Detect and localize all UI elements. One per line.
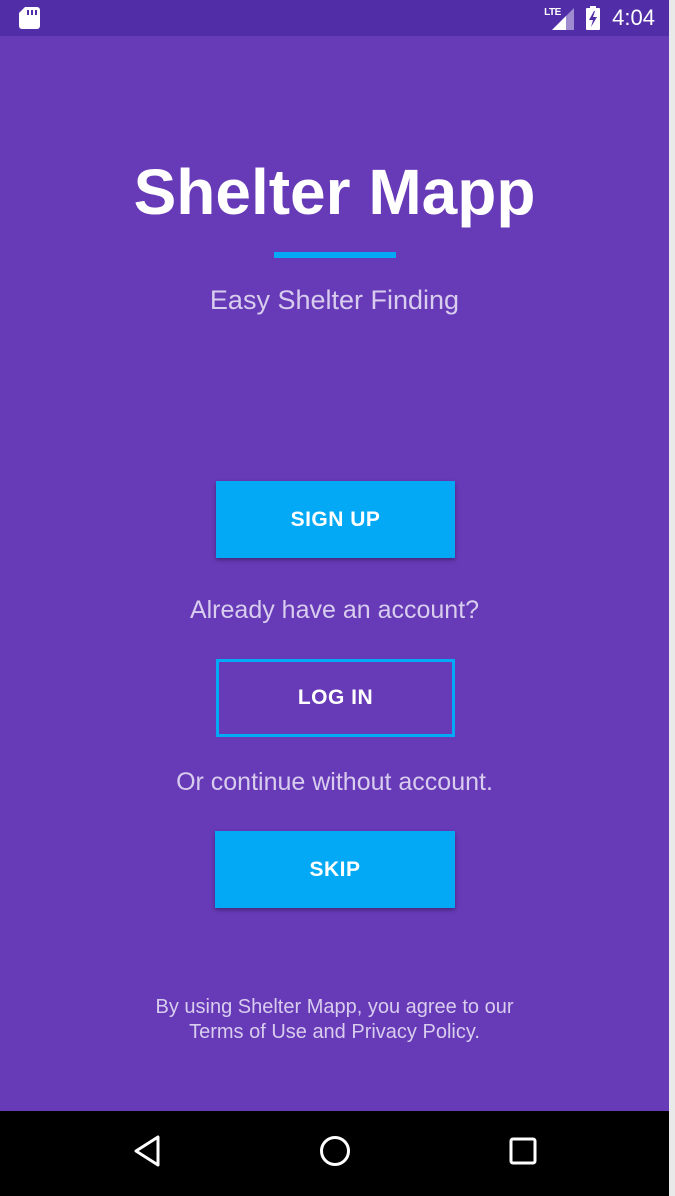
legal-line-1: By using Shelter Mapp, you agree to our: [155, 996, 514, 1018]
home-button[interactable]: [310, 1129, 360, 1173]
window-edge: [669, 0, 675, 1196]
recents-button[interactable]: [498, 1129, 548, 1173]
status-clock: 4:04: [612, 5, 655, 30]
battery-charging-icon: [586, 6, 601, 30]
log-in-button[interactable]: LOG IN: [216, 659, 455, 737]
legal-line-2: Terms of Use and Privacy Policy.: [189, 1021, 480, 1043]
account-prompt: Already have an account?: [189, 596, 480, 624]
legal-notice: By using Shelter Mapp, you agree to our …: [0, 995, 669, 1045]
app-subtitle: Easy Shelter Finding: [209, 285, 460, 315]
app-title: Shelter Mapp: [133, 156, 536, 228]
sd-card-icon: [19, 7, 40, 29]
sign-up-button[interactable]: SIGN UP: [216, 481, 455, 558]
home-icon: [320, 1136, 350, 1166]
navigation-bar: [0, 1111, 669, 1196]
skip-prompt: Or continue without account.: [176, 768, 493, 796]
lte-signal-indicator: LTE: [544, 6, 575, 30]
back-icon: [134, 1135, 160, 1167]
status-icons: LTE 4:04: [544, 0, 655, 36]
network-type-label: LTE: [544, 7, 561, 18]
recents-icon: [509, 1137, 537, 1165]
status-bar: LTE 4:04: [0, 0, 669, 36]
skip-button[interactable]: SKIP: [215, 831, 455, 908]
title-divider: [274, 252, 396, 258]
back-button[interactable]: [122, 1129, 172, 1173]
